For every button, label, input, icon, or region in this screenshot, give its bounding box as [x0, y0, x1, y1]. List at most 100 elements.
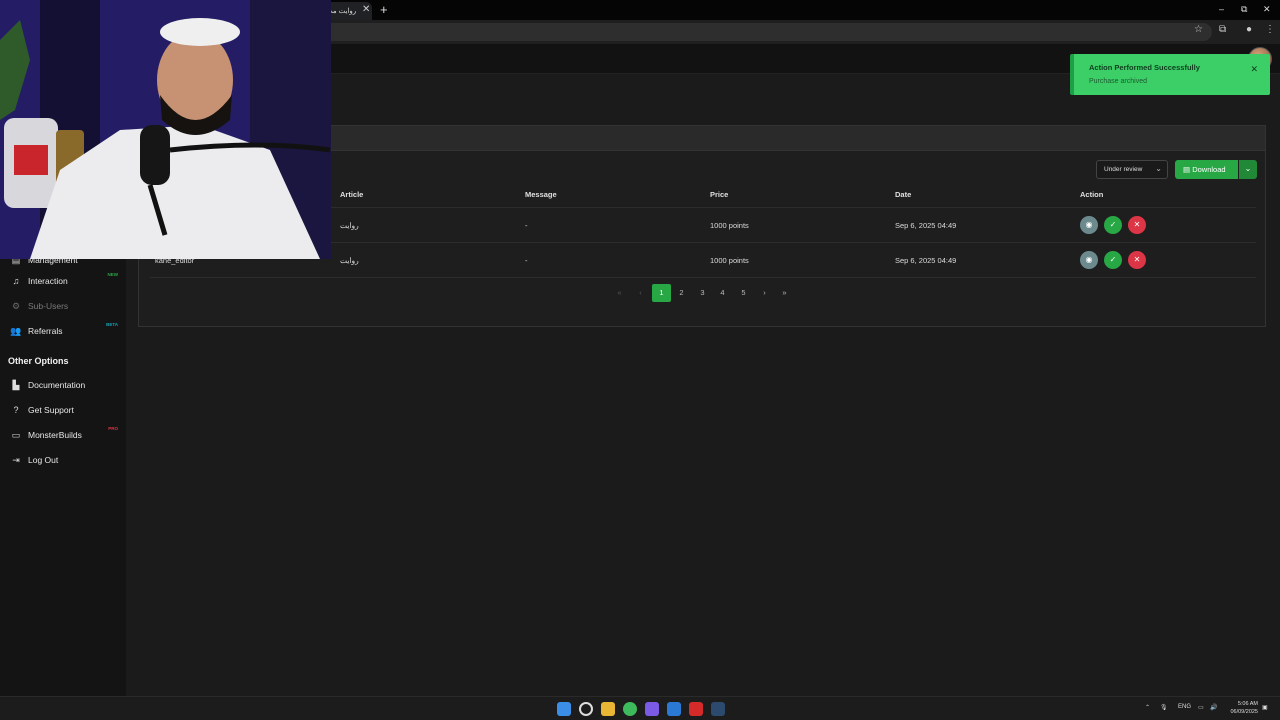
- sidebar-item-monsterbuilds[interactable]: ▭ MonsterBuilds PRO: [10, 426, 122, 444]
- article-cell: روايت: [340, 256, 359, 265]
- sidebar-item-log-out[interactable]: ⇥ Log Out: [10, 451, 122, 469]
- reject-button[interactable]: ✕: [1128, 216, 1146, 234]
- clock-date: 06/09/2025: [1230, 709, 1258, 715]
- clock-time: 5:06 AM: [1237, 701, 1258, 707]
- sign-out-icon: ⇥: [12, 454, 20, 465]
- toast-title: Action Performed Successfully: [1089, 63, 1200, 72]
- page-5-button[interactable]: 5: [734, 284, 753, 302]
- menu-icon[interactable]: ⋮: [1265, 24, 1275, 35]
- new-badge: NEW: [107, 272, 119, 277]
- toast-message: Purchase archived: [1089, 78, 1147, 85]
- close-window-button[interactable]: ✕: [1263, 4, 1271, 15]
- address-bar[interactable]: [320, 23, 1212, 41]
- webcam-person-image: [0, 0, 331, 259]
- column-header-action: Action: [1080, 190, 1104, 199]
- success-toast: Action Performed Successfully Purchase a…: [1070, 54, 1270, 95]
- message-cell: -: [525, 221, 528, 230]
- restore-button[interactable]: ⧉: [1241, 4, 1247, 15]
- sidebar-item-get-support[interactable]: ? Get Support: [10, 401, 122, 419]
- chevron-down-icon: ⌄: [1244, 164, 1252, 173]
- page-1-button[interactable]: 1: [652, 284, 671, 302]
- date-cell: Sep 6, 2025 04:49: [895, 256, 957, 265]
- question-circle-icon: ?: [13, 405, 19, 415]
- chevron-down-icon: ⌄: [1155, 164, 1162, 173]
- column-header-price: Price: [710, 190, 729, 199]
- check-icon: ✓: [1109, 255, 1117, 264]
- approve-button[interactable]: ✓: [1104, 216, 1122, 234]
- message-cell: -: [525, 256, 528, 265]
- sidebar-item-label: Referrals: [28, 326, 63, 336]
- notification-icon[interactable]: ▣: [1262, 704, 1268, 711]
- minimize-button[interactable]: –: [1219, 4, 1224, 14]
- article-cell: روايت: [340, 221, 359, 230]
- sidebar-item-referrals[interactable]: 👥 Referrals BETA: [10, 322, 122, 340]
- microphone-icon[interactable]: 🎙: [1160, 704, 1168, 711]
- sidebar-item-label: Interaction: [28, 276, 68, 286]
- check-icon: ✓: [1109, 220, 1117, 229]
- tab-close-icon[interactable]: ✕: [362, 4, 370, 15]
- pro-badge: PRO: [108, 426, 118, 431]
- download-button[interactable]: ▤ Download: [1175, 160, 1238, 179]
- start-icon[interactable]: [557, 702, 571, 716]
- file-icon: ▤: [1183, 165, 1191, 174]
- laptop-icon: ▭: [11, 429, 21, 440]
- sidebar-item-label: Log Out: [28, 455, 59, 465]
- close-icon: ✕: [1133, 255, 1141, 264]
- search-icon[interactable]: [579, 702, 593, 716]
- date-cell: Sep 6, 2025 04:49: [895, 221, 957, 230]
- star-icon[interactable]: ☆: [1194, 24, 1203, 35]
- extensions-icon[interactable]: ⧉: [1219, 24, 1226, 35]
- page-3-button[interactable]: 3: [693, 284, 712, 302]
- webcam-overlay: [0, 0, 331, 259]
- sidebar-item-interaction[interactable]: ♫ Interaction NEW: [10, 272, 122, 290]
- os-taskbar: ⌃ 🎙 ENG ▭ 🔊 5:06 AM 06/09/2025 ▣: [0, 696, 1280, 720]
- first-page-button[interactable]: «: [610, 284, 629, 302]
- new-tab-button[interactable]: +: [380, 2, 388, 17]
- sidebar-item-documentation[interactable]: ▙ Documentation: [10, 376, 122, 394]
- column-header-message: Message: [525, 190, 557, 199]
- eye-icon: ◉: [1085, 255, 1093, 264]
- view-button[interactable]: ◉: [1080, 251, 1098, 269]
- network-icon[interactable]: ▭: [1198, 704, 1204, 711]
- status-filter-value: Under review: [1104, 166, 1143, 173]
- file-explorer-icon[interactable]: [601, 702, 615, 716]
- outlook-icon[interactable]: [667, 702, 681, 716]
- sidebar-item-label: MonsterBuilds: [28, 430, 82, 440]
- chrome-icon[interactable]: [623, 702, 637, 716]
- column-header-date: Date: [895, 190, 912, 199]
- app-icon[interactable]: [689, 702, 703, 716]
- download-options-button[interactable]: ⌄: [1239, 160, 1257, 179]
- toast-close-icon[interactable]: ✕: [1250, 64, 1258, 75]
- sidebar-item-label: Get Support: [28, 405, 74, 415]
- user-group-icon: 👥: [10, 325, 22, 336]
- chat-app-icon[interactable]: [645, 702, 659, 716]
- music-note-icon: ♫: [12, 276, 20, 286]
- eye-icon: ◉: [1085, 220, 1093, 229]
- close-icon: ✕: [1133, 220, 1141, 229]
- page-2-button[interactable]: 2: [672, 284, 691, 302]
- tray-chevron-icon[interactable]: ⌃: [1145, 704, 1150, 711]
- sidebar-item-sub-users[interactable]: ⚙ Sub-Users: [10, 297, 122, 315]
- column-header-article: Article: [340, 190, 364, 199]
- approve-button[interactable]: ✓: [1104, 251, 1122, 269]
- profile-icon[interactable]: ●: [1246, 24, 1252, 35]
- users-cog-icon: ⚙: [11, 300, 21, 311]
- volume-icon[interactable]: 🔊: [1210, 704, 1217, 711]
- last-page-button[interactable]: »: [775, 284, 794, 302]
- sidebar-item-label: Documentation: [28, 380, 86, 390]
- system-clock[interactable]: 5:06 AM 06/09/2025: [1224, 700, 1258, 716]
- language-indicator[interactable]: ENG: [1178, 704, 1191, 710]
- view-button[interactable]: ◉: [1080, 216, 1098, 234]
- status-filter-select[interactable]: Under review ⌄: [1096, 160, 1168, 179]
- book-icon: ▙: [12, 379, 20, 390]
- price-cell: 1000 points: [710, 256, 749, 265]
- reject-button[interactable]: ✕: [1128, 251, 1146, 269]
- sidebar-item-label: Sub-Users: [28, 301, 69, 311]
- prev-page-button[interactable]: ‹: [631, 284, 650, 302]
- other-options-heading: Other Options: [8, 356, 69, 366]
- steam-icon[interactable]: [711, 702, 725, 716]
- beta-badge: BETA: [106, 322, 118, 327]
- page-4-button[interactable]: 4: [713, 284, 732, 302]
- next-page-button[interactable]: ›: [755, 284, 774, 302]
- price-cell: 1000 points: [710, 221, 749, 230]
